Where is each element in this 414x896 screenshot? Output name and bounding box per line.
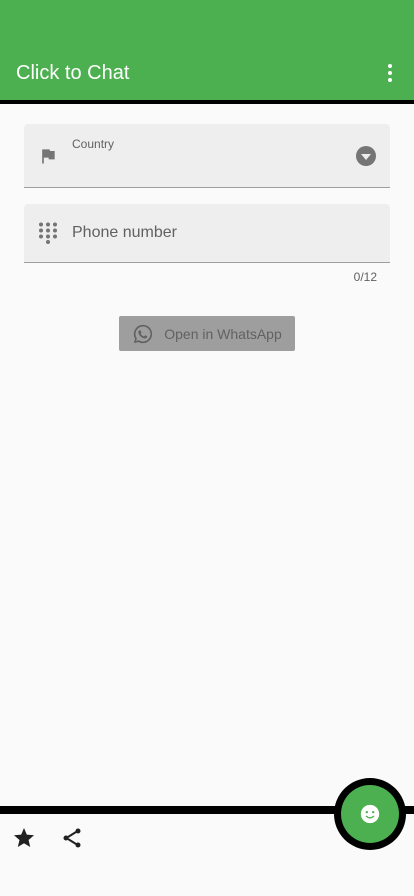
bottom-bar-border (0, 806, 340, 814)
phone-field[interactable] (24, 204, 390, 263)
whatsapp-icon (134, 324, 153, 343)
dialpad-icon (39, 222, 57, 244)
country-label: Country (72, 137, 115, 151)
share-icon[interactable] (60, 826, 84, 850)
chat-fab-button[interactable] (341, 785, 399, 843)
open-in-whatsapp-label: Open in WhatsApp (164, 325, 282, 342)
more-vert-icon[interactable] (378, 60, 402, 86)
phone-number-input[interactable] (72, 204, 372, 262)
flag-icon (42, 149, 55, 164)
star-icon[interactable] (12, 826, 36, 850)
open-in-whatsapp-button[interactable]: Open in WhatsApp (119, 316, 295, 351)
smiley-icon (360, 804, 380, 824)
character-counter: 0/12 (353, 270, 377, 284)
dropdown-arrow-icon[interactable] (356, 146, 376, 166)
app-bar (0, 0, 414, 100)
app-title: Click to Chat (16, 62, 130, 84)
country-select[interactable]: Country (24, 124, 390, 188)
app-bar-border (0, 100, 414, 104)
